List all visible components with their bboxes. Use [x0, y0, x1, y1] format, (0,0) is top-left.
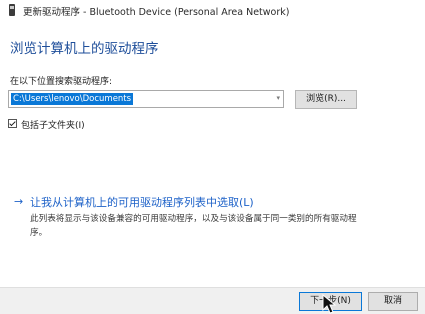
pick-from-list-title[interactable]: 让我从计算机上的可用驱动程序列表中选取(L): [30, 194, 254, 210]
page-title: 浏览计算机上的驱动程序: [10, 41, 159, 57]
arrow-right-icon: →: [14, 195, 24, 208]
mouse-cursor-icon: [322, 294, 337, 314]
path-value: C:\Users\lenovo\Documents: [11, 93, 134, 105]
browse-button[interactable]: 浏览(R)...: [295, 90, 357, 109]
device-manager-icon: [9, 4, 15, 16]
pick-from-list-description: 此列表将显示与该设备兼容的可用驱动程序，以及与该设备属于同一类别的所有驱动程序。: [30, 214, 357, 238]
cancel-button[interactable]: 取消: [368, 292, 418, 311]
title-bar: 更新驱动程序 - Bluetooth Device (Personal Area…: [0, 0, 425, 22]
include-subfolders-label[interactable]: 包括子文件夹(I): [21, 118, 85, 131]
search-location-label: 在以下位置搜索驱动程序:: [10, 77, 113, 87]
path-input[interactable]: C:\Users\lenovo\Documents ▾: [8, 90, 284, 108]
include-subfolders-checkbox[interactable]: [8, 119, 17, 128]
chevron-down-icon[interactable]: ▾: [276, 94, 280, 102]
window-title: 更新驱动程序 - Bluetooth Device (Personal Area…: [23, 7, 290, 18]
